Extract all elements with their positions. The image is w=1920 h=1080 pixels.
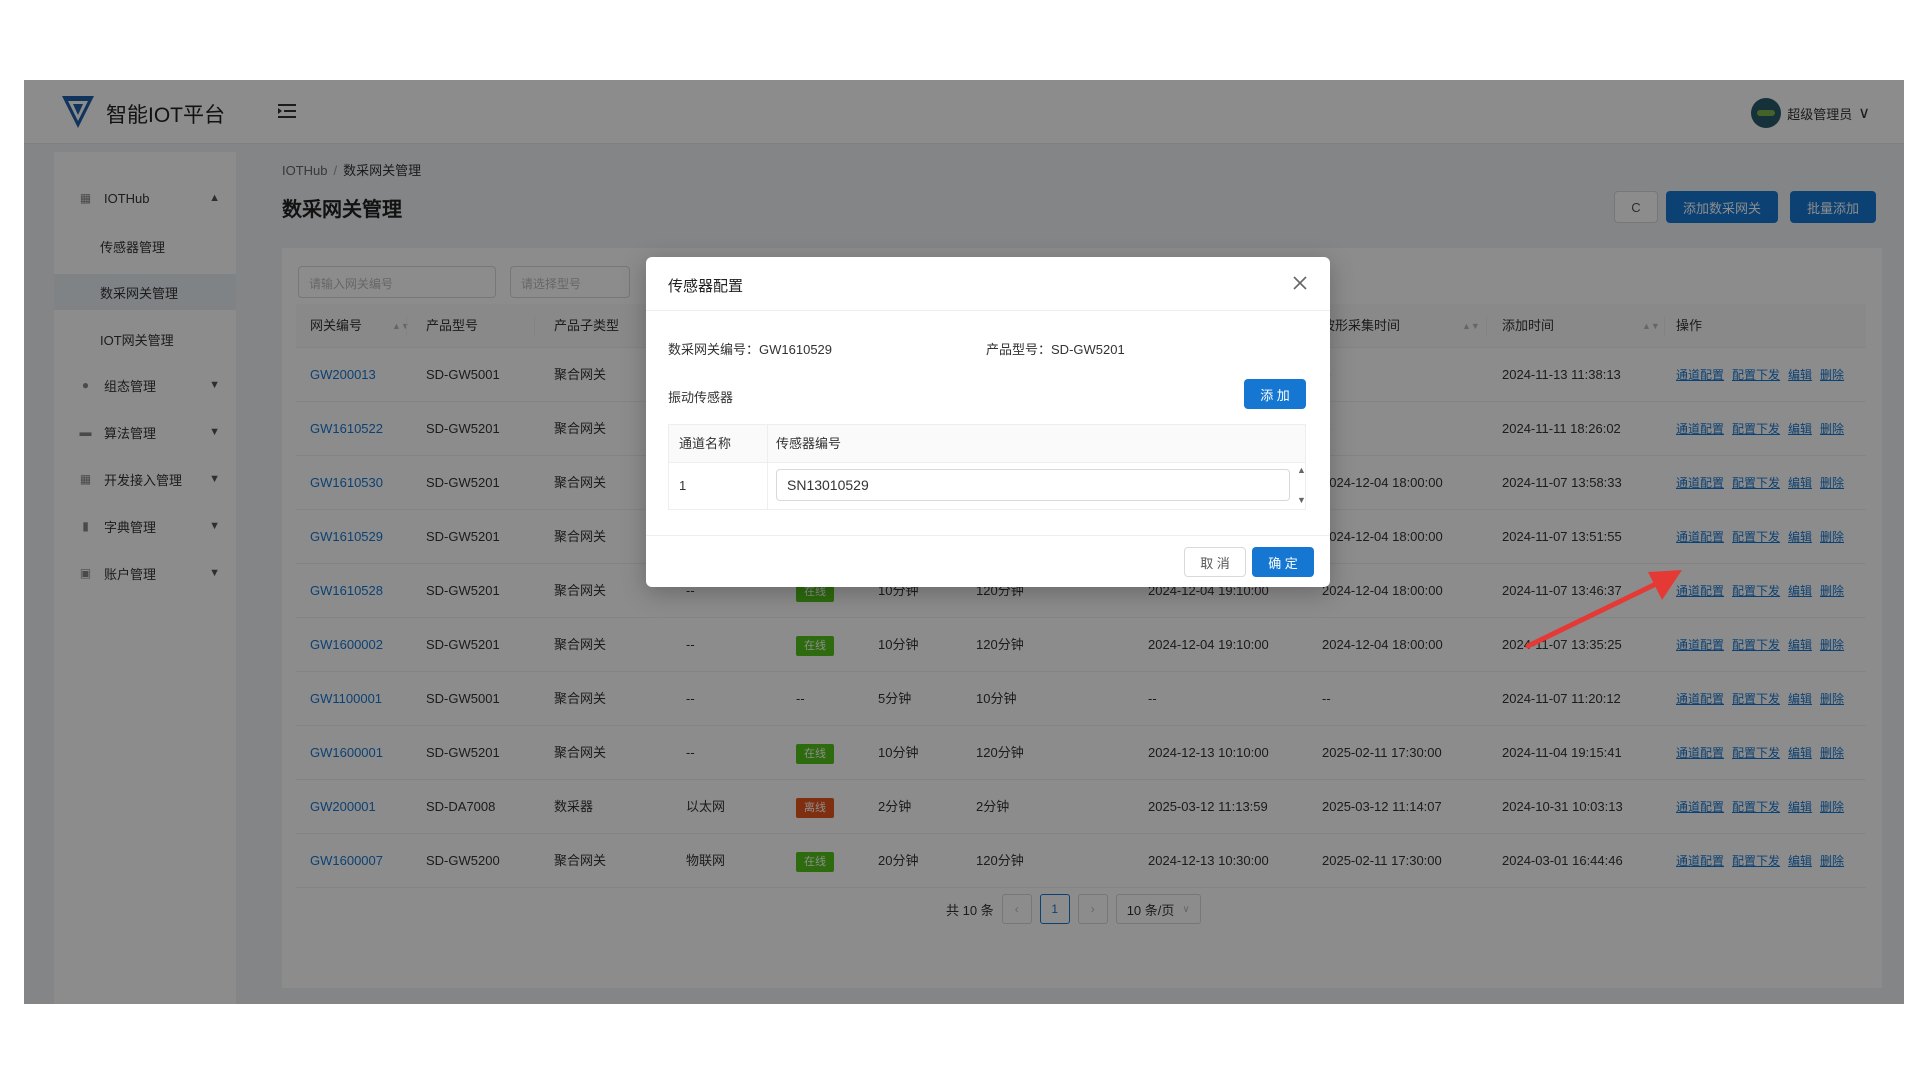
model-value: SD-GW5201 — [1051, 342, 1125, 357]
sensor-table: 通道名称 传感器编号 1 SN13010529 ▲ ▼ — [668, 424, 1306, 510]
close-icon[interactable] — [1288, 271, 1312, 295]
section-title: 振动传感器 — [668, 390, 734, 405]
sensor-table-header: 通道名称 传感器编号 — [669, 425, 1305, 463]
modal-title: 传感器配置 — [668, 278, 744, 295]
cancel-button[interactable]: 取 消 — [1184, 547, 1246, 577]
model-info: 产品型号：SD-GW5201 — [986, 339, 1125, 358]
model-label: 产品型号： — [986, 342, 1052, 357]
scroll-up-icon[interactable]: ▲ — [1297, 465, 1306, 475]
gateway-id-label: 数采网关编号： — [668, 342, 760, 357]
annotation-arrow-icon — [1525, 570, 1682, 649]
sensor-config-modal: 传感器配置 数采网关编号：GW1610529 产品型号：SD-GW5201 振动… — [646, 257, 1330, 587]
column-header-sensor: 传感器编号 — [776, 436, 842, 451]
column-header-channel: 通道名称 — [679, 436, 732, 451]
gateway-info: 数采网关编号：GW1610529 — [668, 339, 832, 358]
divider — [646, 535, 1330, 536]
scroll-down-icon[interactable]: ▼ — [1297, 495, 1306, 505]
sensor-id-input[interactable]: SN13010529 — [776, 469, 1290, 501]
channel-name-cell: 1 — [679, 478, 687, 493]
confirm-button[interactable]: 确 定 — [1252, 547, 1314, 577]
app-window: 智能IOT平台 超级管理员 ∨ ▦ IOTHub ▲ 传感器管理 数采网关管理 … — [24, 80, 1904, 1004]
divider — [646, 310, 1330, 311]
column-divider — [767, 425, 768, 509]
gateway-id-value: GW1610529 — [759, 342, 833, 357]
add-sensor-button[interactable]: 添 加 — [1244, 379, 1306, 409]
